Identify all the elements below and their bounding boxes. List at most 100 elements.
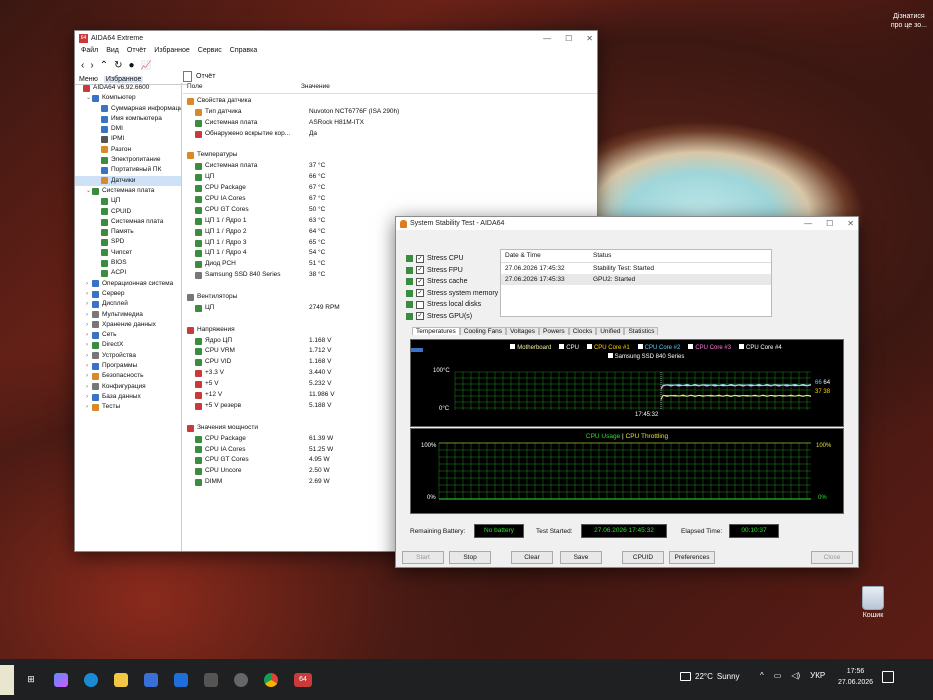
stress-option[interactable]: ✓ Stress GPU(s) bbox=[406, 311, 498, 323]
chart-tab[interactable]: Unified bbox=[596, 327, 625, 335]
stress-checkbox[interactable]: ✓ bbox=[416, 289, 424, 298]
report-button[interactable]: Отчёт bbox=[196, 73, 215, 80]
tree-item[interactable]: Имя компьютера bbox=[75, 114, 181, 124]
tree-item[interactable]: › Конфигурация bbox=[75, 382, 181, 392]
task-view-icon[interactable]: ⊞ bbox=[24, 673, 38, 687]
tree-item[interactable]: › Сервер bbox=[75, 289, 181, 299]
stress-checkbox[interactable]: ✓ bbox=[416, 312, 424, 321]
tree-item[interactable]: › Хранение данных bbox=[75, 320, 181, 330]
notification-icon[interactable] bbox=[882, 671, 894, 683]
language-indicator[interactable]: УКР bbox=[810, 671, 825, 680]
column-field[interactable]: Поле bbox=[183, 83, 301, 93]
chart-tab[interactable]: Powers bbox=[539, 327, 569, 335]
mail-icon[interactable] bbox=[174, 672, 188, 687]
sensor-row[interactable]: Тип датчика Nuvoton NCT6776F (ISA 290h) bbox=[183, 107, 597, 118]
section-header[interactable]: Свойства датчика bbox=[183, 96, 597, 107]
forward-icon[interactable]: › bbox=[90, 60, 93, 71]
sensor-row[interactable]: Системная плата ASRock H81M-ITX bbox=[183, 118, 597, 129]
cpuid-button[interactable]: CPUID bbox=[622, 551, 664, 564]
tab-favorites[interactable]: Избранное bbox=[103, 76, 144, 83]
menu-item-2[interactable]: Отчёт bbox=[127, 47, 146, 54]
store-icon[interactable] bbox=[144, 672, 158, 687]
tree-item[interactable]: › Программы bbox=[75, 361, 181, 371]
back-icon[interactable]: ‹ bbox=[81, 60, 84, 71]
tree-item[interactable]: › Мультимедиа bbox=[75, 310, 181, 320]
tree-item[interactable]: AIDA64 v6.92.6600 bbox=[75, 83, 181, 93]
tree-item[interactable]: ЦП bbox=[75, 196, 181, 206]
stress-option[interactable]: ✓ Stress cache bbox=[406, 276, 498, 288]
menu-item-1[interactable]: Вид bbox=[106, 47, 119, 54]
tree-item[interactable]: Память bbox=[75, 227, 181, 237]
chart-tab[interactable]: Statistics bbox=[624, 327, 659, 335]
stress-checkbox[interactable]: ✓ bbox=[416, 266, 424, 275]
sensor-row[interactable]: CPU Package 67 °C bbox=[183, 183, 597, 194]
tree-item[interactable]: Системная плата bbox=[75, 217, 181, 227]
section-header[interactable]: Температуры bbox=[183, 150, 597, 161]
tray-chevron-icon[interactable]: ^ bbox=[760, 671, 764, 680]
refresh-icon[interactable]: ↻ bbox=[114, 60, 122, 71]
tree-item[interactable]: › Тесты bbox=[75, 402, 181, 412]
tree-item[interactable]: › Сеть bbox=[75, 330, 181, 340]
log-row[interactable]: 27.06.2026 17:45:32 Stability Test: Start… bbox=[501, 263, 771, 274]
tree-item[interactable]: › База данных bbox=[75, 392, 181, 402]
menu-item-5[interactable]: Справка bbox=[230, 47, 257, 54]
tree-item[interactable]: Датчики bbox=[75, 175, 181, 186]
up-icon[interactable]: ⌃ bbox=[100, 60, 108, 71]
menu-item-4[interactable]: Сервис bbox=[198, 47, 222, 54]
tree-item[interactable]: BIOS bbox=[75, 258, 181, 268]
tree-item[interactable]: › DirectX bbox=[75, 340, 181, 350]
recycle-bin[interactable]: Кошик bbox=[856, 586, 890, 619]
stability-maximize-button[interactable]: ☐ bbox=[826, 219, 833, 228]
aida-taskbar-icon[interactable]: 64 bbox=[294, 672, 312, 687]
tree-item[interactable]: Чипсет bbox=[75, 248, 181, 258]
sensor-row[interactable]: Обнаружено вскрытие кор... Да bbox=[183, 129, 597, 140]
stress-checkbox[interactable]: ✓ bbox=[416, 254, 424, 263]
stress-option[interactable]: ✓ Stress system memory bbox=[406, 288, 498, 300]
close-stability-button[interactable]: Close bbox=[811, 551, 853, 564]
stability-close-button[interactable]: ✕ bbox=[847, 219, 854, 228]
tab-menu[interactable]: Меню bbox=[79, 76, 98, 83]
copilot-icon[interactable] bbox=[54, 672, 68, 687]
stress-option[interactable]: ✓ Stress FPU bbox=[406, 265, 498, 277]
app-icon[interactable] bbox=[204, 672, 218, 687]
sensor-row[interactable]: CPU GT Cores 50 °C bbox=[183, 205, 597, 216]
log-header-date[interactable]: Date & Time bbox=[501, 250, 593, 262]
stress-checkbox[interactable]: ✓ bbox=[416, 277, 424, 286]
stress-option[interactable]: ✓ Stress CPU bbox=[406, 253, 498, 265]
tree-item[interactable]: Разгон bbox=[75, 145, 181, 155]
stress-checkbox[interactable] bbox=[416, 300, 424, 309]
menu-item-0[interactable]: Файл bbox=[81, 47, 98, 54]
tree-item[interactable]: › Безопасность bbox=[75, 371, 181, 381]
tree-item[interactable]: DMI bbox=[75, 124, 181, 134]
sensor-row[interactable]: CPU IA Cores 67 °C bbox=[183, 194, 597, 205]
save-button[interactable]: Save bbox=[560, 551, 602, 564]
chart-tab[interactable]: Clocks bbox=[568, 327, 597, 335]
tree-item[interactable]: ⌄ Системная плата bbox=[75, 186, 181, 196]
log-row[interactable]: 27.06.2026 17:45:33 GPU2: Started bbox=[501, 274, 771, 285]
tree-item[interactable]: Суммарная информация bbox=[75, 104, 181, 114]
sensor-row[interactable]: Системная плата 37 °C bbox=[183, 161, 597, 172]
tree-item[interactable]: IPMI bbox=[75, 134, 181, 144]
settings-icon[interactable] bbox=[234, 672, 248, 687]
minimize-button[interactable]: — bbox=[543, 34, 551, 43]
clock[interactable]: 17:56 27.06.2026 bbox=[838, 666, 873, 688]
weather-area[interactable]: 22°C Sunny bbox=[680, 672, 740, 681]
tree-item[interactable]: › Устройства bbox=[75, 351, 181, 361]
tree-item[interactable]: SPD bbox=[75, 237, 181, 247]
network-icon[interactable]: ▭ bbox=[774, 671, 782, 680]
stability-minimize-button[interactable]: — bbox=[804, 219, 812, 228]
menu-item-3[interactable]: Избранное bbox=[154, 47, 189, 54]
chrome-icon[interactable] bbox=[264, 672, 278, 687]
tree-item[interactable]: ACPI bbox=[75, 268, 181, 278]
start-button[interactable]: Start bbox=[402, 551, 444, 564]
chart-tab[interactable]: Temperatures bbox=[412, 327, 460, 335]
close-button[interactable]: ✕ bbox=[586, 34, 593, 43]
tree-item[interactable]: ⌄ Компьютер bbox=[75, 93, 181, 103]
tree-item[interactable]: Портативный ПК bbox=[75, 165, 181, 175]
tree-item[interactable]: › Операционная система bbox=[75, 279, 181, 289]
file-explorer-icon[interactable] bbox=[114, 672, 128, 687]
sensor-row[interactable] bbox=[183, 140, 597, 151]
user-icon[interactable]: ● bbox=[128, 60, 134, 71]
chart-tab[interactable]: Voltages bbox=[506, 327, 539, 335]
column-value[interactable]: Значение bbox=[301, 83, 330, 93]
